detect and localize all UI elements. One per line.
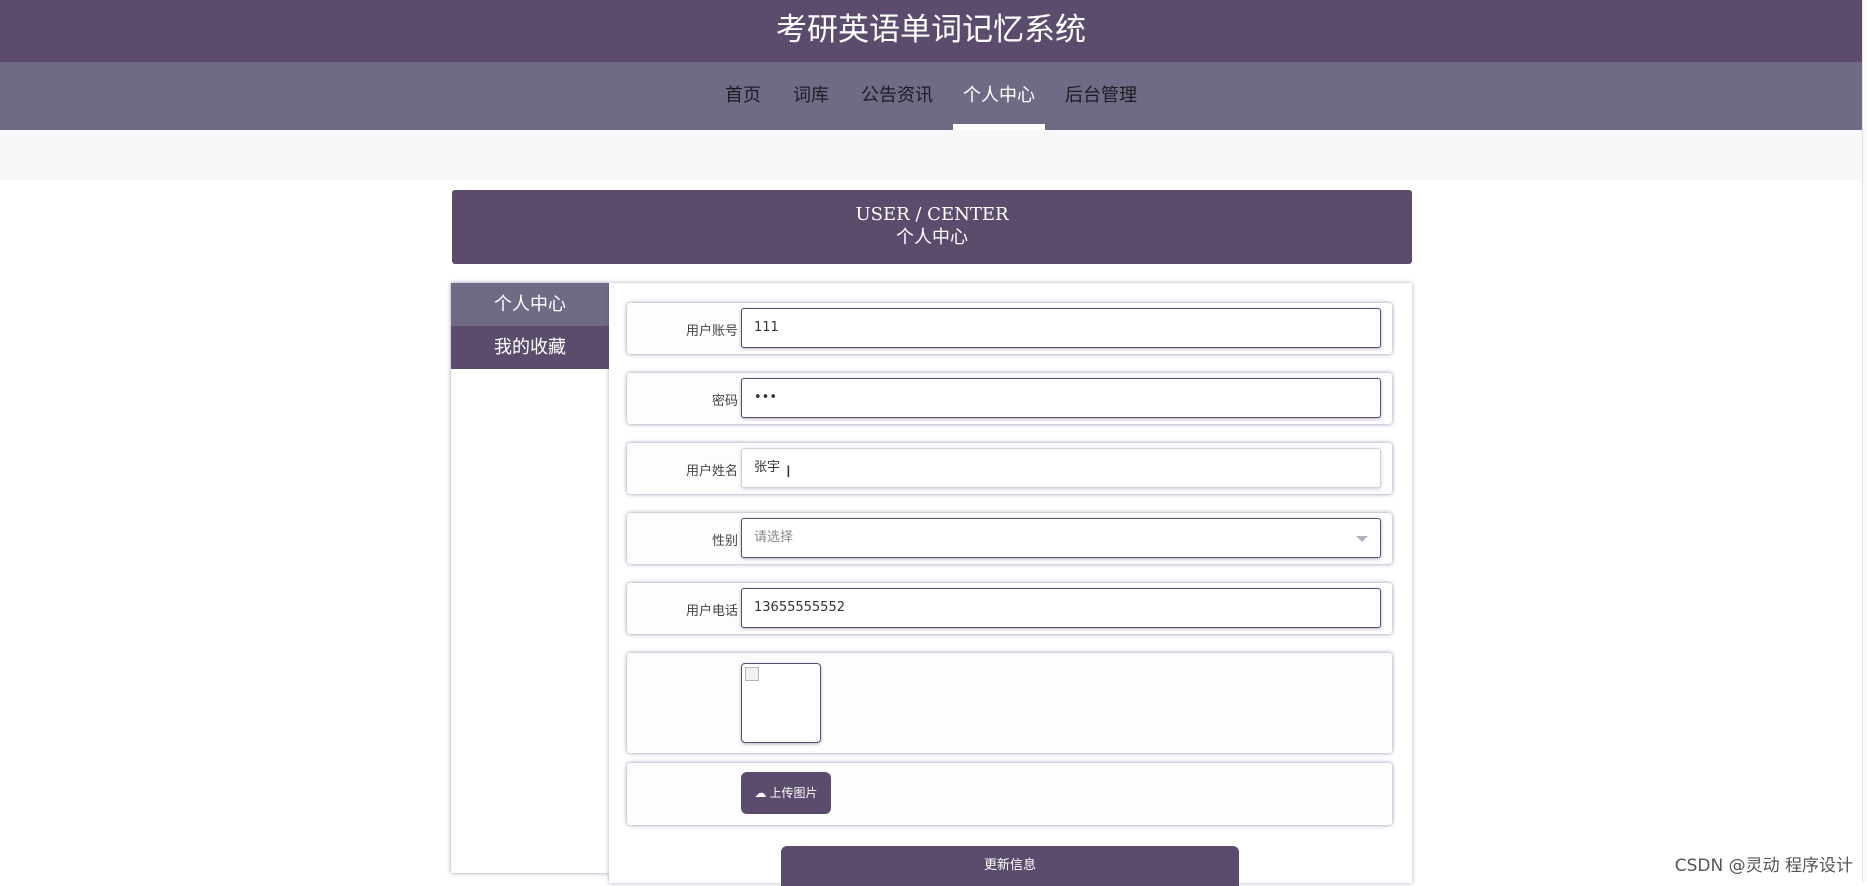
- avatar: [741, 663, 821, 743]
- nav-item-user-center[interactable]: 个人中心: [953, 62, 1045, 130]
- name-label: 用户姓名: [627, 460, 738, 479]
- password-row: 密码 •••: [627, 373, 1392, 424]
- gender-label: 性别: [627, 530, 738, 549]
- phone-row: 用户电话 13655555552: [627, 583, 1392, 634]
- name-row: 用户姓名 张宇: [627, 443, 1392, 494]
- upload-image-button[interactable]: ☁上传图片: [741, 772, 831, 814]
- banner-title-cn: 个人中心: [452, 226, 1412, 250]
- section-banner: USER / CENTER 个人中心: [452, 190, 1412, 264]
- top-nav: 首页 词库 公告资讯 个人中心 后台管理: [0, 62, 1862, 130]
- name-input[interactable]: 张宇: [741, 448, 1381, 488]
- nav-item-news[interactable]: 公告资讯: [849, 62, 945, 130]
- chevron-down-icon: [1356, 536, 1368, 542]
- gender-select[interactable]: 请选择: [741, 518, 1381, 558]
- nav-item-home[interactable]: 首页: [713, 62, 773, 130]
- nav-item-wordbank[interactable]: 词库: [781, 62, 841, 130]
- banner-title-en: USER / CENTER: [452, 204, 1412, 226]
- gender-row: 性别 请选择: [627, 513, 1392, 564]
- broken-image-icon: [745, 667, 759, 681]
- text-cursor-icon: I: [786, 462, 791, 481]
- update-info-button[interactable]: 更新信息: [781, 846, 1239, 886]
- account-input[interactable]: 111: [741, 308, 1381, 348]
- header-band: [0, 130, 1867, 180]
- upload-button-label: 上传图片: [769, 786, 817, 800]
- password-input[interactable]: •••: [741, 378, 1381, 418]
- sidebar-item-user-center[interactable]: 个人中心: [451, 283, 609, 326]
- nav-item-admin[interactable]: 后台管理: [1053, 62, 1149, 130]
- watermark: CSDN @灵动 程序设计: [1675, 851, 1853, 876]
- sidebar-item-favorites[interactable]: 我的收藏: [451, 326, 609, 369]
- phone-label: 用户电话: [627, 600, 738, 619]
- gender-select-value: 请选择: [754, 530, 793, 545]
- account-label: 用户账号: [627, 320, 738, 339]
- phone-input[interactable]: 13655555552: [741, 588, 1381, 628]
- page-scrollbar[interactable]: [1862, 0, 1867, 882]
- sidebar: 个人中心 我的收藏: [451, 283, 609, 873]
- upload-row: ☁上传图片: [627, 763, 1392, 825]
- account-row: 用户账号 111: [627, 303, 1392, 354]
- profile-form-panel: 用户账号 111 密码 ••• 用户姓名 张宇 性别 请选择 用户电话 1365…: [609, 283, 1412, 883]
- password-label: 密码: [627, 390, 738, 409]
- avatar-row: [627, 653, 1392, 753]
- cloud-upload-icon: ☁: [754, 786, 766, 800]
- site-title: 考研英语单词记忆系统: [0, 0, 1862, 62]
